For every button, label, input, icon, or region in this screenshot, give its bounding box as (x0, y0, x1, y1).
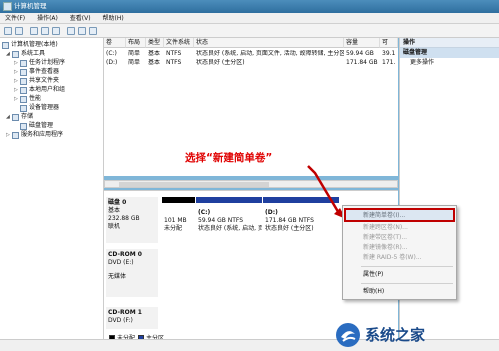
highlight-box (344, 208, 455, 222)
watermark-logo-icon (336, 322, 360, 347)
menu-item-new-raid5-volume[interactable]: 新建 RAID-5 卷(W)... (363, 253, 422, 262)
menu-item-new-striped-volume[interactable]: 新建带区卷(T)... (363, 233, 407, 242)
watermark: 系统之家 (335, 318, 499, 351)
menu-separator (361, 266, 453, 267)
menu-separator (361, 283, 453, 284)
menu-item-new-mirror-volume[interactable]: 新建镜像卷(R)... (363, 243, 408, 252)
menu-item-new-spanned-volume[interactable]: 新建跨区卷(N)... (363, 223, 408, 232)
menu-item-properties[interactable]: 属性(P) (363, 270, 383, 279)
menu-item-help[interactable]: 帮助(H) (363, 287, 384, 296)
instruction-callout: 选择“新建简单卷” (185, 152, 273, 164)
watermark-text: 系统之家 (365, 326, 426, 344)
